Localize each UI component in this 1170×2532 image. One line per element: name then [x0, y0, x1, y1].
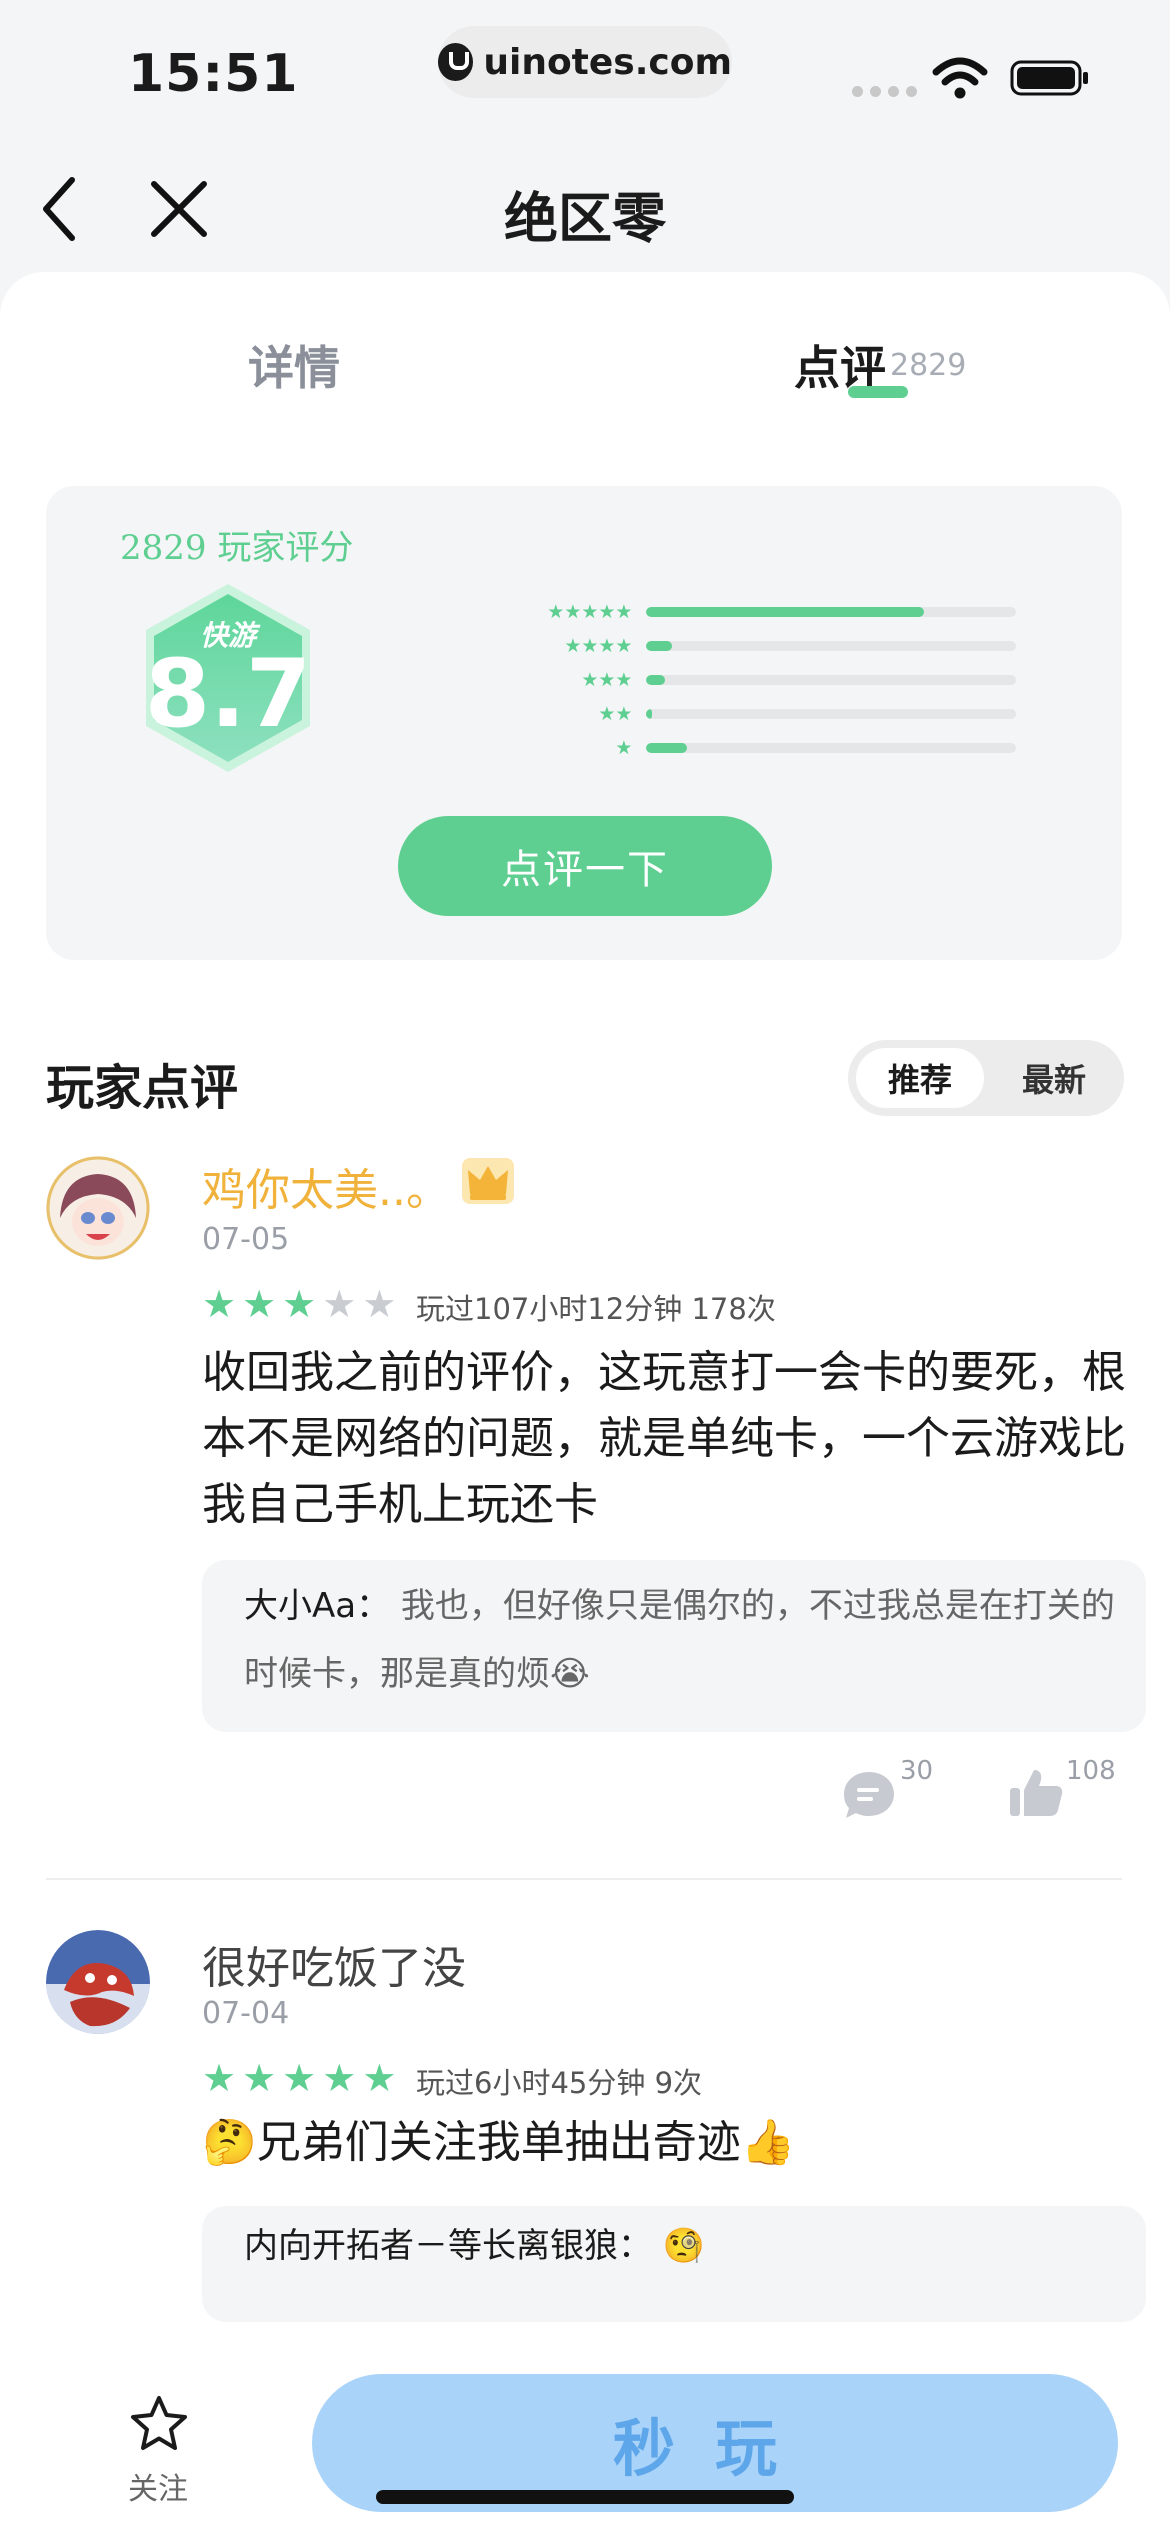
rating-caption: 2829 玩家评分: [120, 528, 354, 568]
rating-bar-3-star: ★★★: [506, 668, 1016, 692]
wifi-icon: [932, 57, 988, 99]
star-empty-icon: ★: [362, 1282, 397, 1326]
rating-bar-track: [646, 743, 1016, 753]
rating-score: 8.7: [144, 640, 312, 749]
sort-recommended-button[interactable]: 推荐: [856, 1048, 984, 1108]
avatar[interactable]: [46, 1930, 150, 2034]
rating-bar-fill: [646, 743, 688, 753]
rating-bar-5-star: ★★★★★: [506, 600, 1016, 624]
review-text[interactable]: 🤔兄弟们关注我单抽出奇迹👍: [202, 2110, 1132, 2176]
rating-bar-fill: [646, 709, 652, 719]
rating-bar-2-star: ★★: [506, 702, 1016, 726]
rating-bar-4-star: ★★★★: [506, 634, 1016, 658]
review-stars: ★ ★ ★ ★ ★: [202, 2058, 396, 2098]
review-reply-box[interactable]: 大小Aa： 我也，但好像只是偶尔的，不过我总是在打关的时候卡，那是真的烦😭: [202, 1560, 1146, 1732]
tab-active-indicator: [848, 386, 908, 398]
comment-count: 30: [900, 1756, 934, 1786]
tab-details[interactable]: 详情: [248, 332, 340, 398]
star-filled-icon: ★: [282, 1282, 317, 1326]
rating-bar-track: [646, 675, 1016, 685]
star-filled-icon: ★: [242, 2056, 277, 2100]
star-outline-icon[interactable]: [128, 2394, 190, 2454]
reviewer-name[interactable]: 鸡你太美..。: [202, 1154, 450, 1218]
sort-latest-button[interactable]: 最新: [1000, 1048, 1108, 1108]
rating-bar-stars: ★★★: [581, 669, 633, 691]
rating-bar-track: [646, 709, 1016, 719]
battery-icon: [1010, 60, 1088, 96]
rating-bar-fill: [646, 607, 924, 617]
write-review-button[interactable]: 点评一下: [398, 816, 772, 916]
rating-bar-fill: [646, 641, 673, 651]
review-reply-box[interactable]: 内向开拓者－等长离银狼： 🧐: [202, 2206, 1146, 2322]
page-title: 绝区零: [504, 187, 666, 250]
star-empty-icon: ★: [322, 1282, 357, 1326]
rating-bar-1-star: ★: [506, 736, 1016, 760]
rating-bar-fill: [646, 675, 665, 685]
url-pill[interactable]: uinotes.com: [438, 26, 732, 98]
rating-bar-stars: ★: [615, 737, 633, 759]
signal-dots-icon: [852, 86, 917, 97]
reply-user: 大小Aa：: [244, 1586, 391, 1626]
rating-bar-stars: ★★: [598, 703, 633, 725]
star-filled-icon: ★: [202, 1282, 237, 1326]
follow-label[interactable]: 关注: [128, 2464, 188, 2508]
tab-reviews-count: 2829: [890, 348, 967, 383]
reviews-section-title: 玩家点评: [46, 1060, 239, 1116]
avatar[interactable]: [46, 1156, 150, 1260]
review-date: 07-04: [202, 1996, 290, 2031]
review-divider: [46, 1878, 1122, 1880]
rating-bar-stars: ★★★★: [564, 635, 633, 657]
reply-text: 🧐: [662, 2226, 706, 2266]
like-count: 108: [1066, 1756, 1116, 1786]
star-filled-icon: ★: [362, 2056, 397, 2100]
reply-user: 内向开拓者－等长离银狼：: [244, 2226, 652, 2266]
star-filled-icon: ★: [242, 1282, 277, 1326]
comment-icon[interactable]: [842, 1770, 896, 1820]
site-logo-icon: [438, 43, 474, 81]
review-playtime: 玩过107小时12分钟 178次: [416, 1292, 776, 1326]
status-time: 15:51: [128, 44, 299, 104]
home-indicator: [376, 2490, 794, 2504]
like-icon[interactable]: [1008, 1766, 1064, 1818]
rating-bar-track: [646, 607, 1016, 617]
star-filled-icon: ★: [282, 2056, 317, 2100]
rating-bar-stars: ★★★★★: [547, 601, 633, 623]
review-date: 07-05: [202, 1222, 290, 1257]
rating-bar-track: [646, 641, 1016, 651]
review-playtime: 玩过6小时45分钟 9次: [416, 2066, 703, 2100]
review-stars: ★ ★ ★ ★ ★: [202, 1284, 396, 1324]
reviewer-name[interactable]: 很好吃饭了没: [202, 1932, 466, 1996]
crown-icon: [462, 1158, 514, 1204]
review-text[interactable]: 收回我之前的评价，这玩意打一会卡的要死，根本不是网络的问题，就是单纯卡，一个云游…: [202, 1340, 1132, 1538]
url-text: uinotes.com: [483, 41, 732, 83]
star-filled-icon: ★: [202, 2056, 237, 2100]
star-filled-icon: ★: [322, 2056, 357, 2100]
